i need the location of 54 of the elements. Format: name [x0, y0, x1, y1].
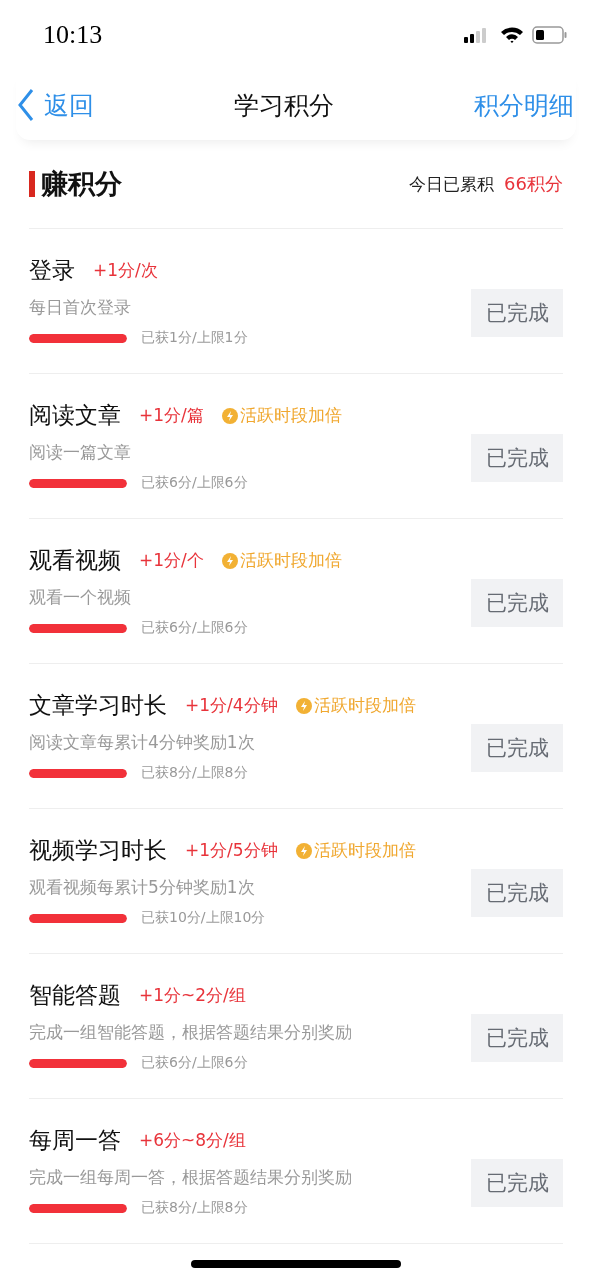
- bonus-label: 活跃时段加倍: [313, 839, 416, 862]
- task-title: 阅读文章: [29, 401, 121, 430]
- task-description: 观看一个视频: [29, 586, 132, 609]
- task-status-button[interactable]: 已完成: [471, 724, 563, 772]
- task-description: 观看视频每累计5分钟奖励1次: [29, 876, 256, 899]
- progress-text: 已获1分/上限1分: [141, 329, 248, 347]
- points-rate: +1分/次: [93, 259, 158, 282]
- points-rate: +1分~2分/组: [139, 984, 246, 1007]
- battery-icon: [532, 26, 568, 44]
- lightning-icon: [295, 697, 312, 714]
- status-time: 10:13: [43, 20, 103, 50]
- section-title: 赚积分: [41, 167, 122, 201]
- today-label: 今日已累积: [409, 172, 495, 196]
- task-status-button[interactable]: 已完成: [471, 289, 563, 337]
- back-button[interactable]: 返回: [18, 88, 94, 122]
- lightning-icon: [221, 552, 238, 569]
- task-status-button[interactable]: 已完成: [471, 434, 563, 482]
- task-status-button[interactable]: 已完成: [471, 869, 563, 917]
- task-description: 阅读一篇文章: [29, 441, 132, 464]
- task-title: 登录: [29, 256, 75, 285]
- points-rate: +1分/篇: [139, 404, 204, 427]
- task-description: 完成一组智能答题，根据答题结果分别奖励: [29, 1021, 352, 1044]
- today-points: 66积分: [504, 172, 563, 196]
- bonus-label: 活跃时段加倍: [313, 694, 416, 717]
- progress-text: 已获10分/上限10分: [141, 909, 266, 927]
- bonus-label: 活跃时段加倍: [239, 404, 342, 427]
- points-rate: +1分/5分钟: [185, 839, 278, 862]
- wifi-icon: [500, 26, 524, 44]
- task-status-button[interactable]: 已完成: [471, 1159, 563, 1207]
- task-status-button[interactable]: 已完成: [471, 1014, 563, 1062]
- points-rate: +6分~8分/组: [139, 1129, 246, 1152]
- chevron-left-icon: [18, 88, 34, 122]
- task-status-button[interactable]: 已完成: [471, 579, 563, 627]
- page-title: 学习积分: [234, 89, 334, 122]
- lightning-icon: [295, 842, 312, 859]
- progress-text: 已获8分/上限8分: [141, 1199, 248, 1217]
- lightning-icon: [221, 407, 238, 424]
- progress-text: 已获8分/上限8分: [141, 764, 248, 782]
- points-rate: +1分/个: [139, 549, 204, 572]
- progress-text: 已获6分/上限6分: [141, 619, 248, 637]
- task-title: 视频学习时长: [29, 836, 167, 865]
- task-title: 智能答题: [29, 981, 121, 1010]
- points-rate: +1分/4分钟: [185, 694, 278, 717]
- progress-text: 已获6分/上限6分: [141, 474, 248, 492]
- task-description: 每日首次登录: [29, 296, 132, 319]
- task-title: 每周一答: [29, 1126, 121, 1155]
- task-description: 阅读文章每累计4分钟奖励1次: [29, 731, 256, 754]
- task-description: 完成一组每周一答，根据答题结果分别奖励: [29, 1166, 352, 1189]
- bonus-label: 活跃时段加倍: [239, 549, 342, 572]
- points-detail-link[interactable]: 积分明细: [474, 88, 574, 122]
- task-title: 文章学习时长: [29, 691, 167, 720]
- progress-text: 已获6分/上限6分: [141, 1054, 248, 1072]
- task-title: 观看视频: [29, 546, 121, 575]
- section-marker: [29, 171, 35, 197]
